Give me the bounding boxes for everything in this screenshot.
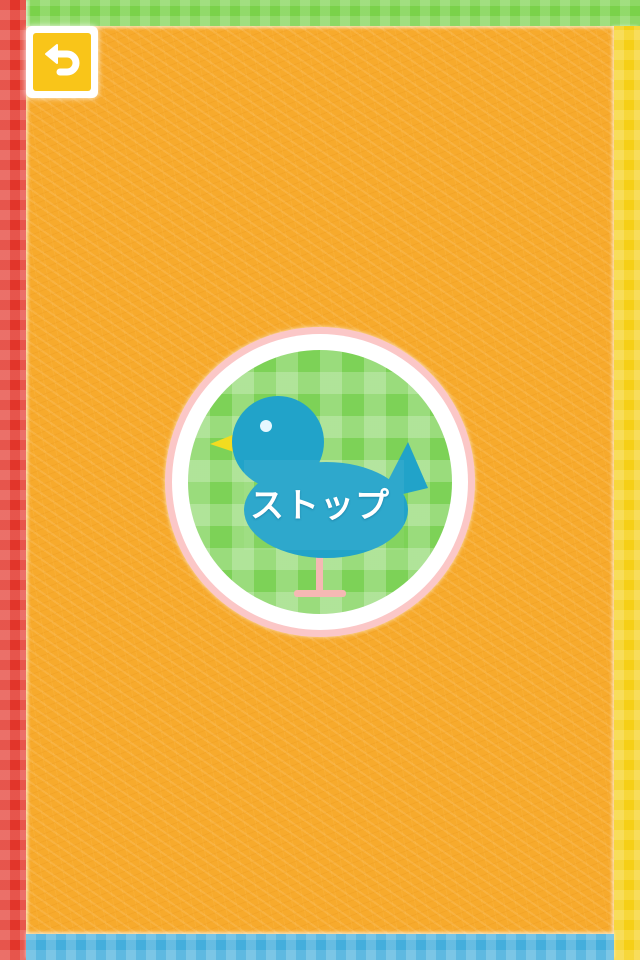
left-border: [0, 0, 26, 960]
bottom-border: [26, 934, 614, 960]
play-screen: ストップ: [0, 0, 640, 960]
stop-button-label: ストップ: [250, 486, 390, 526]
bird-icon: [210, 396, 428, 597]
back-button-face: [33, 33, 91, 91]
right-border: [614, 26, 640, 960]
undo-arrow-icon: [45, 44, 80, 76]
stop-button-disc: ストップ: [188, 350, 452, 614]
back-button[interactable]: [26, 26, 98, 98]
top-border: [0, 0, 640, 26]
stop-button-ring: ストップ: [172, 334, 468, 630]
stop-button[interactable]: ストップ: [165, 327, 475, 637]
